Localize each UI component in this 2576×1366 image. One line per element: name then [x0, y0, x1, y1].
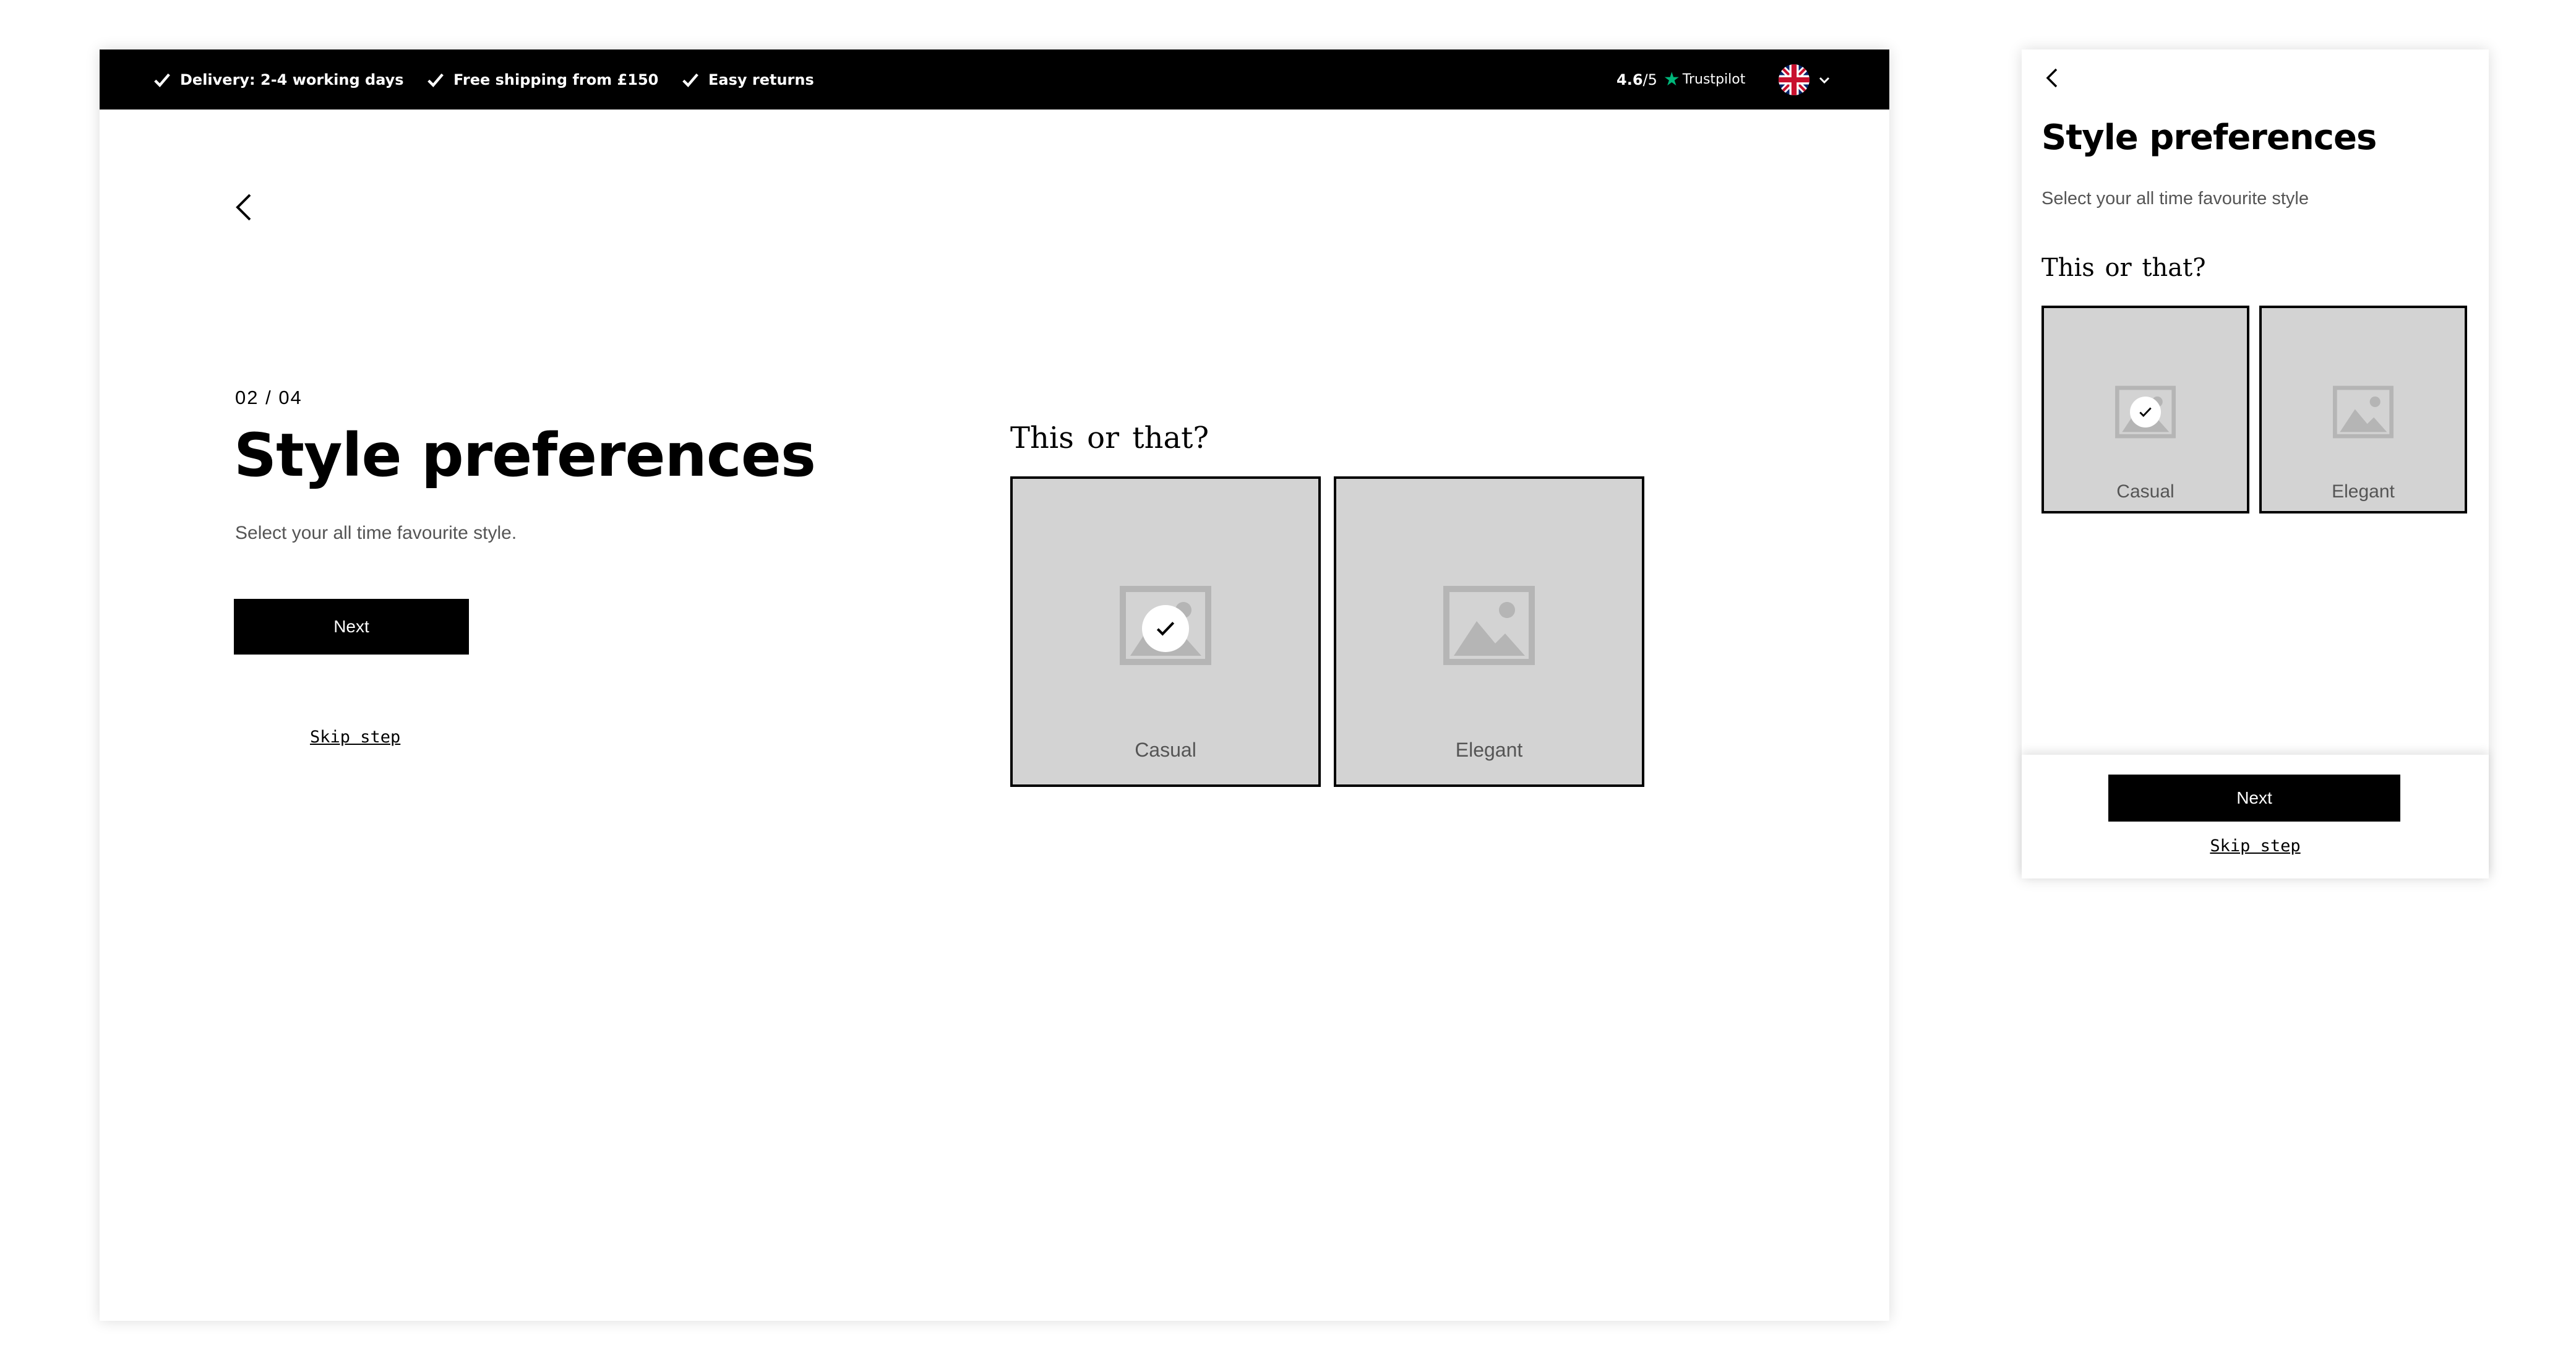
rating-score: 4.6	[1616, 71, 1643, 88]
step-indicator: 02 / 04	[235, 387, 303, 408]
style-option-casual[interactable]: Casual	[2041, 306, 2249, 513]
image-placeholder-icon	[2333, 385, 2394, 439]
style-option-label: Elegant	[1455, 739, 1523, 761]
usp-free-shipping-text: Free shipping from £150	[453, 71, 659, 88]
page-title: Style preferences	[234, 421, 816, 490]
style-option-label: Elegant	[2332, 481, 2395, 502]
mobile-footer: Next Skip step	[2022, 755, 2489, 878]
language-selector[interactable]	[1779, 64, 1831, 95]
desktop-frame: Delivery: 2-4 working days Free shipping…	[100, 49, 1889, 1321]
usp-delivery: Delivery: 2-4 working days	[153, 49, 404, 110]
question-heading: This or that?	[1010, 421, 1209, 455]
back-arrow-icon[interactable]	[226, 189, 264, 226]
next-button[interactable]: Next	[2108, 775, 2400, 822]
style-option-elegant[interactable]: Elegant	[1334, 476, 1644, 787]
page-title: Style preferences	[2041, 118, 2377, 158]
usp-easy-returns: Easy returns	[681, 49, 814, 110]
usp-easy-returns-text: Easy returns	[708, 71, 814, 88]
skip-step-link[interactable]: Skip step	[310, 728, 400, 747]
style-option-casual[interactable]: Casual	[1010, 476, 1321, 787]
selected-check-icon	[2130, 397, 2161, 427]
usp-free-shipping: Free shipping from £150	[426, 49, 658, 110]
image-placeholder-icon	[1443, 586, 1535, 665]
rating-max: /5	[1642, 71, 1657, 88]
page-subtitle: Select your all time favourite style	[2041, 189, 2309, 208]
check-icon	[427, 73, 444, 87]
next-button[interactable]: Next	[234, 599, 469, 655]
selected-check-icon	[1142, 605, 1189, 652]
top-info-bar: Delivery: 2-4 working days Free shipping…	[100, 49, 1889, 110]
question-heading: This or that?	[2041, 254, 2206, 282]
page-subtitle: Select your all time favourite style.	[235, 523, 517, 543]
check-icon	[682, 73, 698, 87]
style-option-elegant[interactable]: Elegant	[2259, 306, 2467, 513]
uk-flag-icon	[1779, 64, 1810, 95]
trustpilot-rating[interactable]: 4.6 /5 ★ Trustpilot	[1616, 49, 1745, 110]
style-option-label: Casual	[2116, 481, 2175, 502]
back-arrow-icon[interactable]	[2040, 66, 2065, 90]
skip-step-link[interactable]: Skip step	[2022, 836, 2489, 856]
star-icon: ★	[1663, 69, 1680, 90]
usp-delivery-text: Delivery: 2-4 working days	[180, 71, 404, 88]
chevron-down-icon	[1819, 77, 1830, 84]
mobile-frame: Style preferences Select your all time f…	[2022, 49, 2489, 878]
rating-source: Trustpilot	[1682, 72, 1746, 87]
check-icon	[154, 73, 170, 87]
style-option-label: Casual	[1135, 739, 1196, 761]
